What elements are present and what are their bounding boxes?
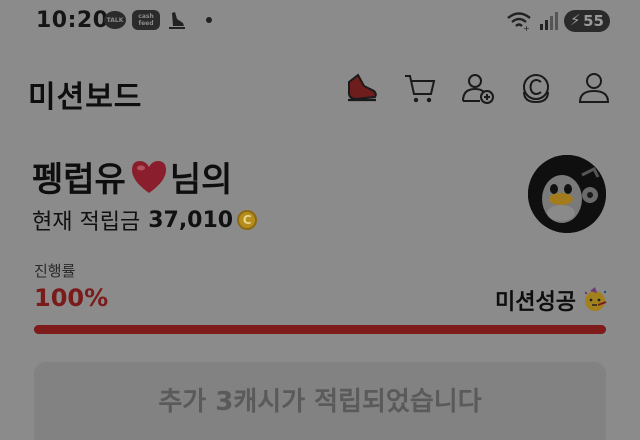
battery-indicator: ⚡ 55 bbox=[564, 10, 610, 32]
wifi-icon: + bbox=[507, 12, 531, 31]
header-actions bbox=[344, 70, 612, 106]
status-bar: 10:20 TALK cash feed + ⚡ 55 bbox=[0, 0, 640, 46]
app-header: 미션보드 bbox=[0, 60, 640, 116]
svg-text:+: + bbox=[523, 24, 530, 31]
balance-value: 37,010 bbox=[148, 207, 234, 233]
user-greeting: 펭럽유 님의 bbox=[32, 152, 232, 201]
balance-label: 현재 적립금 bbox=[32, 210, 141, 235]
coin-icon: C bbox=[237, 210, 258, 230]
signal-icon bbox=[540, 12, 558, 30]
cashfeed-icon: cash feed bbox=[132, 10, 160, 30]
progress-value: 100% bbox=[34, 284, 109, 312]
shoe-small-icon bbox=[169, 12, 185, 29]
progress-label: 진행률 bbox=[34, 262, 76, 280]
charging-icon: ⚡ bbox=[570, 11, 581, 29]
reward-status-label: 추가 3캐시가 적립되었습니다 bbox=[158, 386, 482, 417]
cart-icon[interactable] bbox=[402, 70, 438, 106]
penguin-avatar-image bbox=[528, 155, 606, 233]
progress-bar-fill bbox=[34, 325, 606, 334]
system-indicators: + ⚡ 55 bbox=[506, 10, 610, 32]
balance-line: 현재 적립금 37,010 C bbox=[32, 204, 258, 236]
reward-status-button[interactable]: 추가 3캐시가 적립되었습니다 bbox=[34, 362, 606, 440]
user-name-prefix: 펭럽유 bbox=[32, 160, 126, 200]
battery-level: 55 bbox=[583, 12, 604, 30]
mission-status: 미션성공 bbox=[495, 284, 608, 316]
profile-icon[interactable] bbox=[576, 70, 612, 106]
avatar[interactable] bbox=[528, 155, 606, 233]
shoe-icon[interactable] bbox=[344, 70, 380, 106]
notification-icons: TALK cash feed bbox=[104, 9, 212, 31]
add-user-icon[interactable] bbox=[460, 70, 496, 106]
heart-icon bbox=[131, 160, 166, 193]
user-name-suffix: 님의 bbox=[169, 160, 233, 200]
talk-icon: TALK bbox=[104, 11, 126, 29]
status-time: 10:20 bbox=[36, 8, 109, 33]
coin-c-icon[interactable] bbox=[518, 70, 554, 106]
progress-bar bbox=[34, 325, 606, 334]
page-title: 미션보드 bbox=[28, 80, 143, 115]
notification-dot-icon bbox=[206, 17, 212, 23]
party-face-icon bbox=[584, 287, 607, 311]
mission-status-text: 미션성공 bbox=[495, 290, 576, 315]
